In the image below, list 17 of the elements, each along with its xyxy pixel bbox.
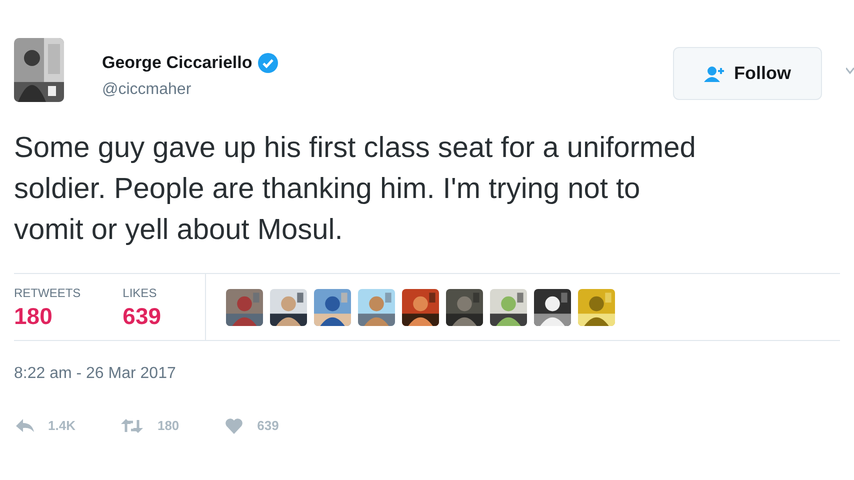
stat-label: RETWEETS bbox=[14, 285, 81, 302]
retweet-icon bbox=[121, 418, 144, 433]
follow-button[interactable]: Follow bbox=[673, 47, 822, 100]
timestamp[interactable]: 8:22 am - 26 Mar 2017 bbox=[14, 362, 840, 386]
tweet-text: Some guy gave up his first class seat for a uniformed soldier. People are thanking him. I'm trying not to vomit or yell about Mosul. bbox=[14, 131, 697, 248]
chevron-icon[interactable] bbox=[846, 66, 854, 76]
action-count: 1.4K bbox=[48, 417, 76, 435]
author-name[interactable]: George Ciccariello bbox=[102, 50, 252, 76]
add-user-icon bbox=[704, 66, 726, 82]
reply-icon bbox=[16, 418, 34, 433]
stat-label: LIKES bbox=[122, 285, 158, 302]
stat-value[interactable]: 639 bbox=[122, 302, 162, 330]
action-count: 639 bbox=[257, 417, 279, 435]
heart-icon bbox=[225, 418, 244, 434]
action-count: 180 bbox=[157, 417, 180, 435]
stat-value[interactable]: 180 bbox=[14, 302, 81, 330]
author-handle[interactable]: @ciccmaher bbox=[102, 78, 278, 102]
